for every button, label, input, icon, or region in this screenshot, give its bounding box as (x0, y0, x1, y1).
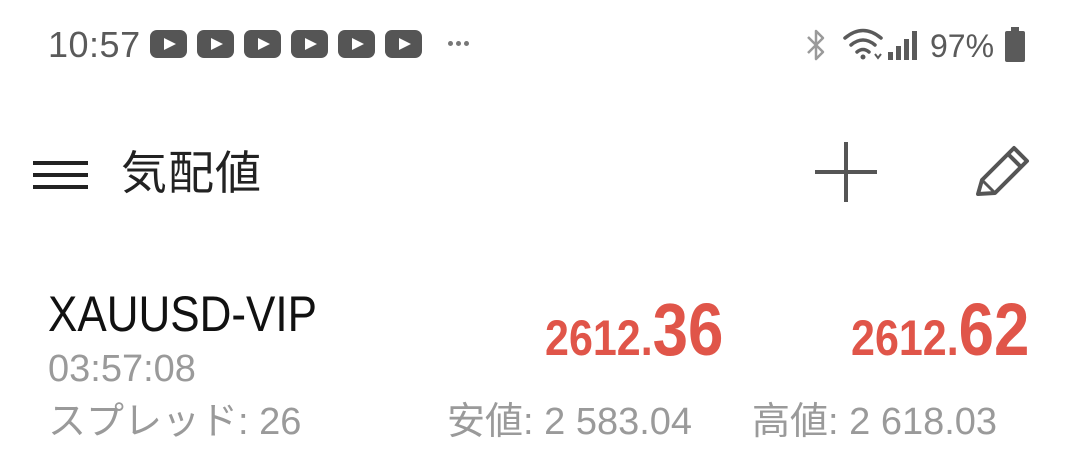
bid-price: 2612.36 (516, 292, 723, 376)
page-title: 気配値 (121, 147, 262, 199)
more-notifications-icon (448, 41, 469, 46)
ask-price: 2612.62 (822, 292, 1029, 376)
status-bar: 10:57 97% (0, 0, 1080, 92)
notification-icons (150, 30, 422, 60)
battery-percent: 97% (930, 28, 995, 64)
menu-icon[interactable] (33, 159, 89, 191)
low-separator: : (523, 401, 545, 443)
youtube-icon (338, 30, 375, 58)
bid-price-main: 2612. (544, 310, 653, 366)
battery-icon (1005, 27, 1025, 62)
wifi-icon (843, 28, 883, 60)
high-label: 高値 (752, 401, 829, 443)
high-separator: : (828, 401, 850, 443)
add-symbol-icon[interactable] (815, 142, 877, 202)
status-time: 10:57 (48, 24, 141, 65)
quote-row[interactable]: XAUUSD-VIP 03:57:08 スプレッド: 26 2612.36 26… (0, 270, 1080, 471)
high-price: 高値: 2 618.03 (752, 397, 997, 447)
app-bar: 気配値 (0, 120, 1080, 224)
ask-price-main: 2612. (850, 310, 959, 366)
bluetooth-icon (807, 29, 825, 61)
symbol-name: XAUUSD-VIP (48, 286, 317, 342)
signal-icon (888, 31, 917, 60)
youtube-icon (385, 30, 422, 58)
spread-separator: : (238, 401, 260, 443)
edit-icon[interactable] (972, 144, 1032, 200)
spread-value: 26 (259, 401, 302, 443)
youtube-icon (150, 30, 187, 58)
low-label: 安値 (447, 401, 524, 443)
youtube-icon (291, 30, 328, 58)
low-price: 安値: 2 583.04 (447, 397, 692, 447)
high-value: 2 618.03 (849, 401, 998, 443)
quote-time: 03:57:08 (48, 348, 196, 390)
low-value: 2 583.04 (544, 401, 693, 443)
spread: スプレッド: 26 (48, 397, 301, 447)
ask-price-pips: 62 (958, 288, 1029, 371)
youtube-icon (244, 30, 281, 58)
youtube-icon (197, 30, 234, 58)
spread-label: スプレッド (48, 401, 239, 443)
bid-price-pips: 36 (652, 288, 723, 371)
